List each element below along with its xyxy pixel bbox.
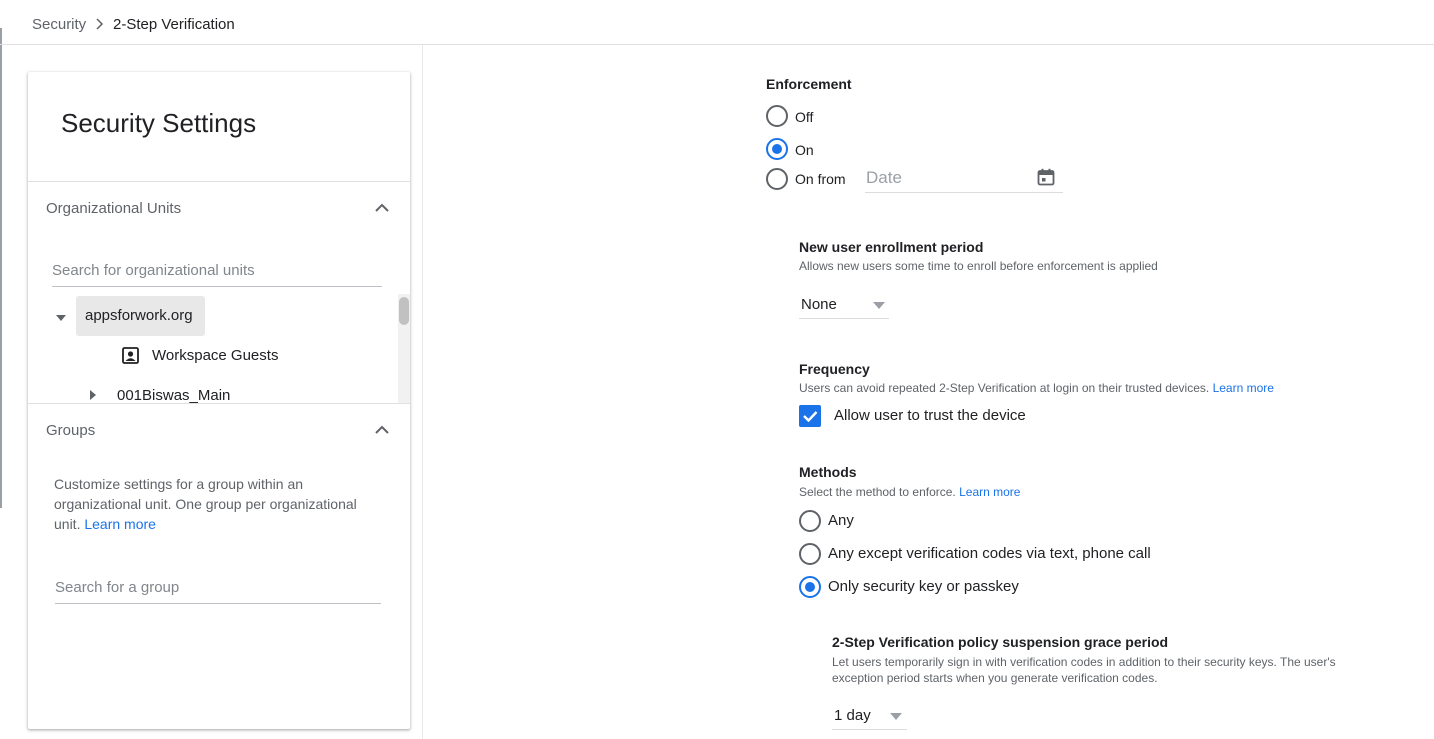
enforcement-on-from-radio[interactable] xyxy=(766,168,788,190)
calendar-icon[interactable] xyxy=(1037,168,1055,186)
enforcement-off-label[interactable]: Off xyxy=(795,108,813,126)
date-placeholder: Date xyxy=(866,168,902,187)
tree-item-workspace-guests[interactable]: Workspace Guests xyxy=(152,347,278,365)
group-search-input[interactable]: Search for a group xyxy=(55,578,381,604)
enrollment-period-value: None xyxy=(801,296,837,313)
frequency-helper: Users can avoid repeated 2-Step Verifica… xyxy=(799,380,1274,396)
groups-description: Customize settings for a group within an… xyxy=(54,474,384,534)
group-search-placeholder: Search for a group xyxy=(55,579,180,596)
divider xyxy=(28,403,410,404)
security-settings-panel: Security Settings Organizational Units S… xyxy=(28,72,410,729)
org-units-heading: Organizational Units xyxy=(46,200,182,217)
enrollment-period-select[interactable]: None xyxy=(799,291,889,319)
method-any-except-radio[interactable] xyxy=(799,543,821,565)
enforcement-on-radio[interactable] xyxy=(766,138,788,160)
frequency-heading: Frequency xyxy=(799,361,870,377)
groups-heading: Groups xyxy=(46,422,96,439)
trust-device-checkbox[interactable] xyxy=(799,405,821,427)
grace-period-heading: 2-Step Verification policy suspension gr… xyxy=(832,634,1169,650)
checkmark-icon xyxy=(803,411,818,423)
sidebar-divider xyxy=(422,45,423,739)
tree-item-001biswas-main[interactable]: 001Biswas_Main xyxy=(117,387,230,404)
grace-period-select[interactable]: 1 day xyxy=(832,702,907,730)
window-edge xyxy=(0,28,2,508)
chevron-up-icon[interactable] xyxy=(372,420,392,440)
frequency-learn-more-link[interactable]: Learn more xyxy=(1213,381,1274,395)
enforcement-heading: Enforcement xyxy=(766,76,852,92)
method-any-label[interactable]: Any xyxy=(828,512,854,530)
chevron-right-icon xyxy=(96,18,104,30)
guest-icon xyxy=(122,347,139,364)
divider xyxy=(28,181,410,182)
methods-helper: Select the method to enforce. Learn more xyxy=(799,484,1020,500)
method-any-radio[interactable] xyxy=(799,510,821,532)
groups-learn-more-link[interactable]: Learn more xyxy=(84,516,156,532)
dropdown-arrow-icon xyxy=(873,302,885,309)
org-unit-search-input[interactable]: Search for organizational units xyxy=(52,261,382,287)
breadcrumb-current: 2-Step Verification xyxy=(113,16,235,33)
caret-right-icon[interactable] xyxy=(89,389,97,401)
dropdown-arrow-icon xyxy=(890,713,902,720)
enrollment-helper: Allows new users some time to enroll bef… xyxy=(799,259,1158,273)
method-security-key-label[interactable]: Only security key or passkey xyxy=(828,578,1019,596)
chevron-up-icon[interactable] xyxy=(372,198,392,218)
method-any-except-label[interactable]: Any except verification codes via text, … xyxy=(828,545,1151,563)
breadcrumb-security-link[interactable]: Security xyxy=(32,16,86,34)
enforcement-on-from-label[interactable]: On from xyxy=(795,170,846,188)
frequency-helper-text: Users can avoid repeated 2-Step Verifica… xyxy=(799,381,1210,395)
caret-down-icon[interactable] xyxy=(55,314,67,322)
panel-title: Security Settings xyxy=(61,108,257,138)
org-unit-tree: appsforwork.org Workspace Guests 001Bisw… xyxy=(28,294,410,404)
grace-period-value: 1 day xyxy=(834,707,871,724)
methods-helper-text: Select the method to enforce. xyxy=(799,485,956,499)
trust-device-label[interactable]: Allow user to trust the device xyxy=(834,407,1026,425)
enrollment-heading: New user enrollment period xyxy=(799,239,984,255)
org-unit-search-placeholder: Search for organizational units xyxy=(52,262,255,279)
breadcrumb: Security 2-Step Verification xyxy=(0,0,1434,45)
tree-item-appsforwork[interactable]: appsforwork.org xyxy=(85,307,193,325)
enforcement-on-label[interactable]: On xyxy=(795,141,814,159)
enforcement-date-input[interactable]: Date xyxy=(865,164,1063,193)
enforcement-off-radio[interactable] xyxy=(766,105,788,127)
methods-learn-more-link[interactable]: Learn more xyxy=(959,485,1020,499)
method-security-key-radio[interactable] xyxy=(799,576,821,598)
tree-scrollbar-thumb[interactable] xyxy=(399,297,409,325)
methods-heading: Methods xyxy=(799,464,857,480)
grace-period-helper: Let users temporarily sign in with verif… xyxy=(832,655,1336,685)
